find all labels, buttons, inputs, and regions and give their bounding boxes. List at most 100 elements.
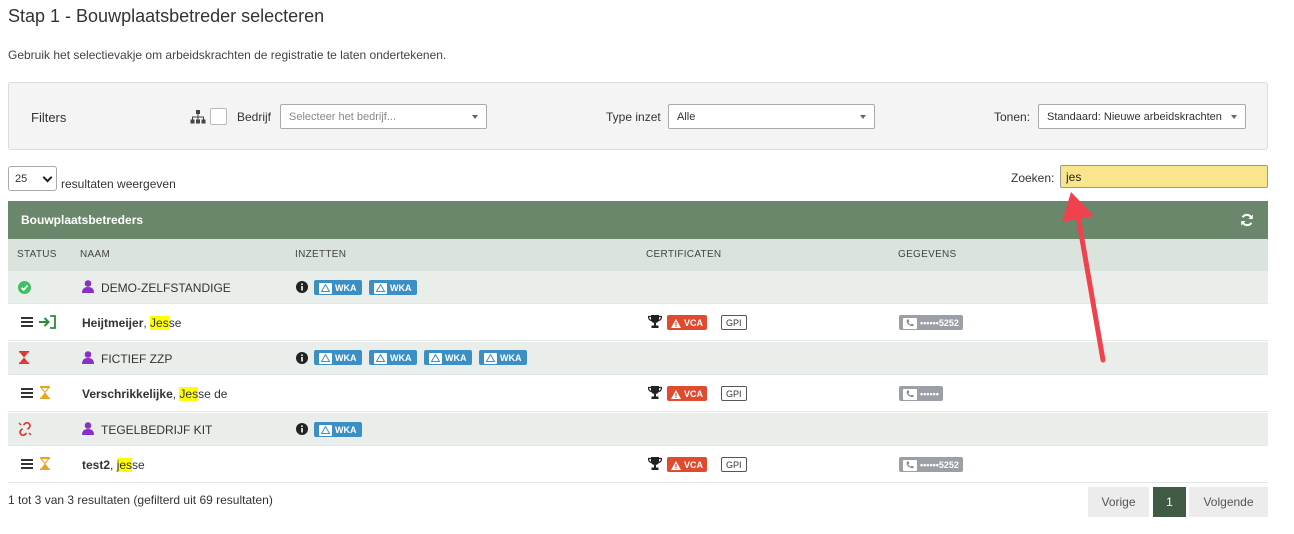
phone-icon bbox=[903, 388, 917, 400]
warning-triangle-icon bbox=[484, 352, 497, 364]
vca-badge: VCA bbox=[667, 386, 708, 401]
wka-badge-label: WKA bbox=[335, 283, 357, 293]
search-highlight: Jes bbox=[150, 316, 169, 330]
warning-triangle-icon bbox=[671, 318, 681, 328]
vca-badge: VCA bbox=[667, 315, 708, 330]
menu-icon[interactable] bbox=[21, 317, 33, 327]
info-icon[interactable] bbox=[296, 281, 308, 293]
gpi-badge: GPI bbox=[721, 315, 747, 330]
hourglass-icon bbox=[40, 386, 50, 399]
search-input[interactable] bbox=[1060, 165, 1268, 188]
subcompanies-checkbox[interactable] bbox=[210, 108, 227, 125]
phone-number: •••••• bbox=[920, 389, 939, 399]
company-select[interactable]: Selecteer het bedrijf... bbox=[280, 104, 487, 129]
person-lastname: Verschrikkelijke bbox=[82, 387, 173, 401]
type-select[interactable]: Alle bbox=[668, 104, 875, 129]
show-select[interactable]: Standaard: Nieuwe arbeidskrachten bbox=[1038, 104, 1246, 129]
phone-badge[interactable]: •••••• bbox=[899, 386, 943, 401]
menu-icon[interactable] bbox=[21, 388, 33, 398]
warning-triangle-icon bbox=[319, 424, 332, 436]
wka-badge: WKA bbox=[479, 350, 527, 365]
search-highlight: jes bbox=[116, 458, 133, 472]
page-subtitle: Gebruik het selectievakje om arbeidskrac… bbox=[8, 48, 447, 62]
wka-badge: WKA bbox=[314, 350, 362, 365]
wka-badge-label: WKA bbox=[390, 353, 412, 363]
company-name: TEGELBEDRIJF KIT bbox=[101, 423, 213, 437]
wka-badge-label: WKA bbox=[500, 353, 522, 363]
page-1-button[interactable]: 1 bbox=[1153, 487, 1186, 517]
phone-icon bbox=[903, 459, 917, 471]
table-row-person[interactable]: Verschrikkelijke, Jesse de VCA GPI •••••… bbox=[8, 375, 1268, 412]
info-icon[interactable] bbox=[296, 352, 308, 364]
hourglass-icon bbox=[40, 457, 50, 470]
user-icon bbox=[82, 280, 94, 293]
info-icon[interactable] bbox=[296, 423, 308, 435]
person-firstname-rest: se bbox=[132, 458, 145, 472]
refresh-icon[interactable] bbox=[1240, 213, 1254, 227]
wka-badge: WKA bbox=[424, 350, 472, 365]
show-select-value: Standaard: Nieuwe arbeidskrachten bbox=[1047, 111, 1222, 123]
prev-page-button[interactable]: Vorige bbox=[1088, 487, 1149, 517]
show-label: Tonen: bbox=[994, 110, 1031, 124]
person-lastname: test2 bbox=[82, 458, 111, 472]
phone-badge[interactable]: ••••••5252 bbox=[899, 315, 963, 330]
col-name[interactable]: NAAM bbox=[80, 249, 110, 260]
vca-badge-label: VCA bbox=[684, 318, 704, 328]
company-label: Bedrijf bbox=[237, 110, 272, 124]
col-status[interactable]: STATUS bbox=[17, 249, 57, 260]
warning-triangle-icon bbox=[374, 282, 387, 294]
caret-down-icon bbox=[1231, 115, 1237, 119]
wka-badge: WKA bbox=[369, 280, 417, 295]
next-page-button[interactable]: Volgende bbox=[1189, 487, 1268, 517]
phone-number: ••••••5252 bbox=[920, 318, 959, 328]
col-inzetten[interactable]: INZETTEN bbox=[295, 249, 346, 260]
wka-badge: WKA bbox=[369, 350, 417, 365]
page-length-select[interactable]: 25 bbox=[8, 166, 57, 191]
page-length-value: 25 bbox=[15, 173, 28, 185]
hourglass-icon bbox=[19, 351, 29, 364]
type-select-value: Alle bbox=[677, 111, 696, 123]
check-circle-icon bbox=[18, 281, 31, 294]
table-row-company[interactable]: DEMO-ZELFSTANDIGE WKA WKA bbox=[8, 271, 1268, 304]
results-info: 1 tot 3 van 3 resultaten (gefilterd uit … bbox=[8, 493, 273, 507]
trophy-icon bbox=[648, 315, 662, 328]
gpi-badge-label: GPI bbox=[726, 460, 742, 470]
type-label: Type inzet bbox=[606, 110, 661, 124]
wka-badge-label: WKA bbox=[390, 283, 412, 293]
vca-badge-label: VCA bbox=[684, 460, 704, 470]
caret-down-icon bbox=[860, 115, 866, 119]
person-name: test2, jesse bbox=[82, 458, 145, 472]
person-name: Heijtmeijer, Jesse bbox=[82, 316, 182, 330]
menu-icon[interactable] bbox=[21, 459, 33, 469]
filters-label: Filters bbox=[31, 110, 67, 125]
warning-triangle-icon bbox=[374, 352, 387, 364]
warning-triangle-icon bbox=[319, 282, 332, 294]
col-details[interactable]: GEGEVENS bbox=[898, 249, 957, 260]
gpi-badge-label: GPI bbox=[726, 389, 742, 399]
user-icon bbox=[82, 422, 94, 435]
enter-arrow-icon bbox=[39, 315, 56, 329]
person-name: Verschrikkelijke, Jesse de bbox=[82, 387, 228, 401]
broken-link-icon bbox=[18, 422, 32, 436]
gpi-badge: GPI bbox=[721, 386, 747, 401]
table-row-person[interactable]: test2, jesse VCA GPI ••••••5252 bbox=[8, 446, 1268, 483]
chevron-down-icon bbox=[42, 172, 53, 183]
col-certificates[interactable]: CERTIFICATEN bbox=[646, 249, 721, 260]
wka-badge-label: WKA bbox=[335, 353, 357, 363]
phone-badge[interactable]: ••••••5252 bbox=[899, 457, 963, 472]
vca-badge: VCA bbox=[667, 457, 708, 472]
person-firstname-rest: se de bbox=[198, 387, 228, 401]
page-title: Stap 1 - Bouwplaatsbetreder selecteren bbox=[8, 6, 325, 26]
table-row-company[interactable]: FICTIEF ZZP WKA WKA WKA WKA bbox=[8, 342, 1268, 375]
column-headers: STATUS NAAM INZETTEN CERTIFICATEN GEGEVE… bbox=[8, 239, 1268, 271]
trophy-icon bbox=[648, 386, 662, 399]
company-select-placeholder: Selecteer het bedrijf... bbox=[289, 111, 397, 123]
wka-badge: WKA bbox=[314, 280, 362, 295]
table-row-person[interactable]: Heijtmeijer, Jesse VCA GPI ••••••5252 bbox=[8, 304, 1268, 341]
phone-icon bbox=[903, 317, 917, 329]
wka-badge: WKA bbox=[314, 422, 362, 437]
trophy-icon bbox=[648, 457, 662, 470]
page-length-label: resultaten weergeven bbox=[61, 177, 176, 191]
table-row-company[interactable]: TEGELBEDRIJF KIT WKA bbox=[8, 413, 1268, 446]
vca-badge-label: VCA bbox=[684, 389, 704, 399]
